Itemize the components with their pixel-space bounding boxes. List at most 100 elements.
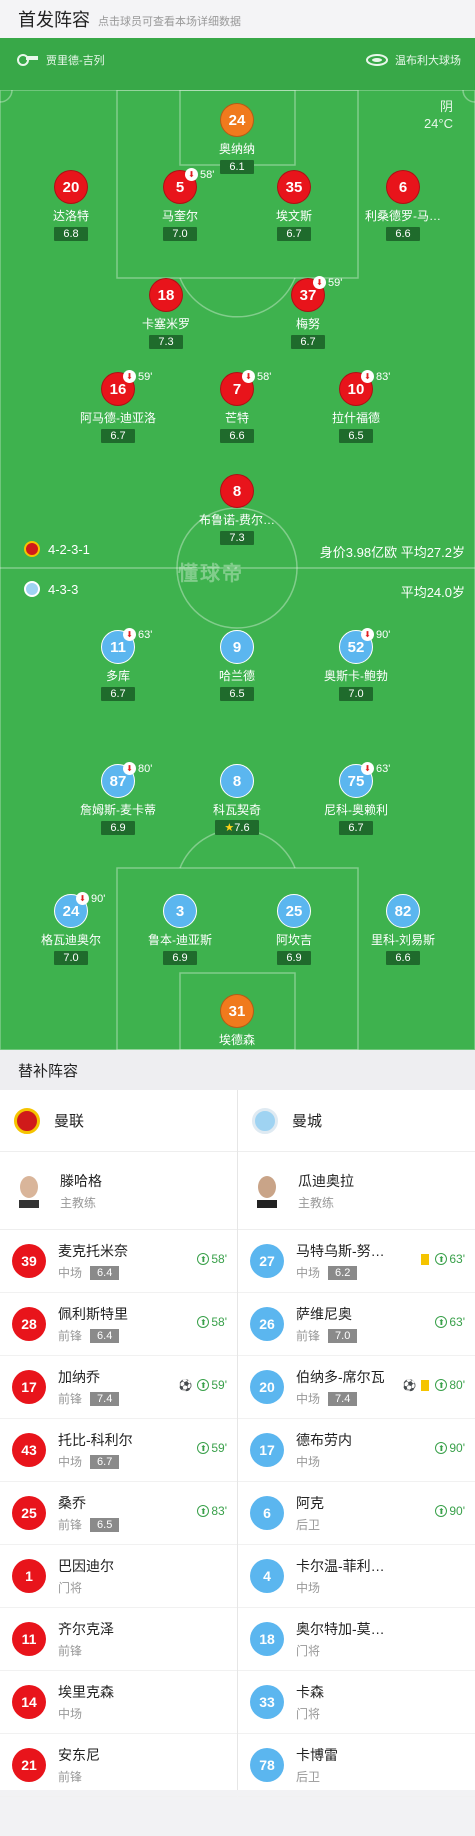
sub-player-rating: 6.4 bbox=[90, 1265, 120, 1280]
man-utd-logo-icon bbox=[14, 1107, 40, 1134]
referee-name: 贾里德-吉列 bbox=[46, 55, 105, 67]
home-player-martinez[interactable]: 6 利桑德罗-马… 6.6 bbox=[348, 170, 458, 242]
away-player-haaland[interactable]: 9 哈兰德 6.5 bbox=[182, 630, 292, 702]
sub-player-row[interactable]: 11 齐尔克泽 前锋 bbox=[0, 1608, 237, 1671]
sub-off-icon: ⬇ bbox=[361, 762, 374, 775]
sub-on-icon: ⬆ bbox=[197, 1316, 210, 1328]
home-player-maguire[interactable]: 5 马奎尔 7.0 ⬇ 58' bbox=[125, 168, 235, 242]
home-player-bruno[interactable]: 8 布鲁诺-费尔… 7.3 bbox=[182, 474, 292, 546]
away-player-bobb[interactable]: 52 奥斯卡-鲍勃 7.0 ⬇ 90' bbox=[301, 628, 411, 702]
player-rating: 6.6 bbox=[220, 429, 254, 443]
substituted-off-indicator: ⬇ 59' bbox=[123, 370, 152, 383]
player-rating: 7.0 bbox=[339, 687, 373, 701]
substituted-off-indicator: ⬇ 90' bbox=[361, 628, 390, 641]
sub-time: 83' bbox=[376, 370, 391, 383]
sub-player-row[interactable]: 25 桑乔 前锋 6.5 ⬆ 83' bbox=[0, 1482, 237, 1545]
player-rating: 6.7 bbox=[101, 429, 135, 443]
player-rating: 6.6 bbox=[386, 951, 420, 965]
player-number: 35 bbox=[277, 170, 311, 204]
player-number: 25 bbox=[277, 894, 311, 928]
away-player-mcatee[interactable]: 87 詹姆斯-麦卡蒂 6.9 ⬇ 80' bbox=[63, 762, 173, 836]
sub-player-number: 17 bbox=[250, 1433, 284, 1467]
sub-player-row[interactable]: 6 阿克 后卫 ⬆ 90' bbox=[238, 1482, 475, 1545]
home-coach-name: 滕哈格 bbox=[60, 1172, 102, 1189]
away-team-row[interactable]: 曼城 bbox=[238, 1090, 475, 1152]
sub-player-row[interactable]: 18 奥尔特加-莫… 门将 bbox=[238, 1608, 475, 1671]
sub-player-number: 6 bbox=[250, 1496, 284, 1530]
sub-on-time: 90' bbox=[449, 1441, 465, 1455]
sub-player-row[interactable]: 20 伯纳多-席尔瓦 中场 7.4 ⚽ ⬆ 80' bbox=[238, 1356, 475, 1419]
sub-player-name: 齐尔克泽 bbox=[58, 1621, 114, 1637]
player-rating: 6.9 bbox=[277, 951, 311, 965]
sub-on-icon: ⬆ bbox=[435, 1253, 448, 1265]
home-player-rashford[interactable]: 10 拉什福德 6.5 ⬇ 83' bbox=[301, 370, 411, 444]
sub-player-row[interactable]: 4 卡尔温-菲利… 中场 bbox=[238, 1545, 475, 1608]
sub-on-icon: ⬆ bbox=[197, 1442, 210, 1454]
sub-player-row[interactable]: 27 马特乌斯-努… 中场 6.2 ⬆ 63' bbox=[238, 1230, 475, 1293]
home-player-mainoo[interactable]: 37 梅努 6.7 ⬇ 59' bbox=[253, 276, 363, 350]
sub-player-row[interactable]: 28 佩利斯特里 前锋 6.4 ⬆ 58' bbox=[0, 1293, 237, 1356]
home-player-evans[interactable]: 35 埃文斯 6.7 bbox=[239, 170, 349, 242]
away-coach-row[interactable]: 瓜迪奥拉 主教练 bbox=[238, 1152, 475, 1230]
home-player-dalot[interactable]: 20 达洛特 6.8 bbox=[16, 170, 126, 242]
player-number: 18 bbox=[149, 278, 183, 312]
sub-player-row[interactable]: 1 巴因迪尔 门将 bbox=[0, 1545, 237, 1608]
away-player-ortega[interactable]: 31埃德森6.4 bbox=[182, 994, 292, 1050]
pitch: 贾里德-吉列 温布利大球场 阴 24°C 懂球帝 4-2-3-1 身价3.98亿… bbox=[0, 38, 475, 1050]
away-player-lewis[interactable]: 82 里科-刘易斯 6.6 bbox=[348, 894, 458, 966]
sub-time: 90' bbox=[91, 892, 106, 905]
sub-player-row[interactable]: 21 安东尼 前锋 bbox=[0, 1734, 237, 1797]
player-rating: 6.7 bbox=[101, 687, 135, 701]
sub-player-row[interactable]: 33 卡森 门将 bbox=[238, 1671, 475, 1734]
sub-player-row[interactable]: 78 卡博雷 后卫 bbox=[238, 1734, 475, 1797]
sub-player-name: 德布劳内 bbox=[296, 1432, 352, 1448]
away-player-gvardiol[interactable]: 24 格瓦迪奥尔 7.0 ⬇ 90' bbox=[16, 892, 126, 966]
home-player-mount[interactable]: 7 芒特 6.6 ⬇ 58' bbox=[182, 370, 292, 444]
sub-on-icon: ⬆ bbox=[197, 1505, 210, 1517]
sub-player-row[interactable]: 17 德布劳内 中场 ⬆ 90' bbox=[238, 1419, 475, 1482]
home-player-onana[interactable]: 24 奥纳纳 6.1 bbox=[182, 103, 292, 175]
away-player-dias[interactable]: 3 鲁本-迪亚斯 6.9 bbox=[125, 894, 235, 966]
player-name: 阿马德-迪亚洛 bbox=[80, 411, 156, 425]
sub-player-position: 前锋 bbox=[58, 1392, 83, 1406]
sub-player-number: 21 bbox=[12, 1748, 46, 1782]
sub-player-name: 卡博雷 bbox=[296, 1747, 338, 1763]
player-name: 格瓦迪奥尔 bbox=[40, 933, 101, 947]
sub-player-name: 桑乔 bbox=[58, 1495, 86, 1511]
sub-player-position: 前锋 bbox=[58, 1518, 83, 1532]
sub-off-icon: ⬇ bbox=[123, 628, 136, 641]
sub-player-row[interactable]: 26 萨维尼奥 前锋 7.0 ⬆ 63' bbox=[238, 1293, 475, 1356]
home-team-row[interactable]: 曼联 bbox=[0, 1090, 237, 1152]
player-name: 奥纳纳 bbox=[218, 142, 255, 156]
player-number: 9 bbox=[220, 630, 254, 664]
sub-player-position: 后卫 bbox=[296, 1518, 321, 1532]
sub-player-name: 巴因迪尔 bbox=[58, 1558, 114, 1574]
away-player-oreilly[interactable]: 75 尼科-奥赖利 6.7 ⬇ 63' bbox=[301, 762, 411, 836]
sub-player-row[interactable]: 17 加纳乔 前锋 7.4 ⚽ ⬆ 59' bbox=[0, 1356, 237, 1419]
sub-player-row[interactable]: 39 麦克托米奈 中场 6.4 ⬆ 58' bbox=[0, 1230, 237, 1293]
away-player-kovacic[interactable]: 8 科瓦契奇 ★7.6 bbox=[182, 764, 292, 836]
home-player-amad[interactable]: 16 阿马德-迪亚洛 6.7 ⬇ 59' bbox=[63, 370, 173, 444]
sub-player-number: 25 bbox=[12, 1496, 46, 1530]
sub-time: 58' bbox=[257, 370, 272, 383]
away-player-akanji[interactable]: 25 阿坎吉 6.9 bbox=[239, 894, 349, 966]
home-coach-row[interactable]: 滕哈格 主教练 bbox=[0, 1152, 237, 1230]
away-player-doku[interactable]: 11 多库 6.7 ⬇ 63' bbox=[63, 628, 173, 702]
player-name: 芒特 bbox=[224, 411, 249, 425]
sub-off-icon: ⬇ bbox=[123, 762, 136, 775]
sub-player-position: 中场 bbox=[296, 1392, 321, 1406]
sub-player-number: 43 bbox=[12, 1433, 46, 1467]
sub-player-number: 20 bbox=[250, 1370, 284, 1404]
sub-player-row[interactable]: 43 托比-科利尔 中场 6.7 ⬆ 59' bbox=[0, 1419, 237, 1482]
sub-on-icon: ⬆ bbox=[435, 1505, 448, 1517]
away-team-name: 曼城 bbox=[292, 1113, 323, 1130]
substituted-off-indicator: ⬇ 90' bbox=[76, 892, 105, 905]
home-player-casemiro[interactable]: 18 卡塞米罗 7.3 bbox=[111, 278, 221, 350]
sub-player-position: 门将 bbox=[296, 1707, 321, 1721]
sub-player-name: 安东尼 bbox=[58, 1747, 100, 1763]
sub-player-row[interactable]: 14 埃里克森 中场 bbox=[0, 1671, 237, 1734]
home-formation: 4-2-3-1 bbox=[24, 541, 90, 557]
player-rating: 6.6 bbox=[386, 227, 420, 241]
sub-player-position: 前锋 bbox=[58, 1644, 83, 1658]
sub-event: ⬆ 90' bbox=[435, 1441, 465, 1455]
